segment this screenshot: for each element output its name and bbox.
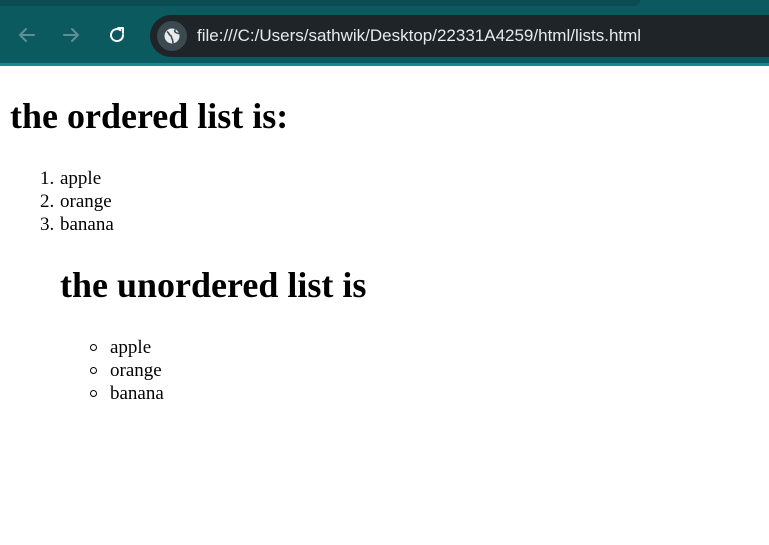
list-item-text: orange — [110, 360, 162, 381]
unordered-list: apple orange banana — [90, 336, 164, 405]
list-number: 1. — [40, 168, 55, 189]
unordered-list-item: orange — [90, 359, 164, 382]
list-item-text: apple — [60, 168, 102, 189]
browser-toolbar: file:///C:/Users/sathwik/Desktop/22331A4… — [0, 0, 769, 63]
url-text[interactable]: file:///C:/Users/sathwik/Desktop/22331A4… — [197, 26, 641, 46]
back-button[interactable] — [14, 22, 40, 48]
tab-strip — [0, 0, 640, 6]
arrow-right-icon — [63, 28, 79, 42]
ordered-list: 1. apple 2. orange 3. banana — [40, 167, 114, 236]
ordered-list-item: 2. orange — [40, 190, 114, 213]
list-number: 2. — [40, 191, 55, 212]
ordered-list-item: 3. banana — [40, 213, 114, 236]
unordered-list-item: apple — [90, 336, 164, 359]
circle-bullet-icon — [90, 344, 97, 351]
site-info-button[interactable] — [157, 21, 187, 51]
globe-icon — [164, 28, 180, 44]
list-item-text: apple — [110, 337, 152, 358]
circle-bullet-icon — [90, 390, 97, 397]
page-content: the ordered list is: 1. apple 2. orange … — [0, 66, 769, 545]
ordered-list-heading: the ordered list is: — [10, 96, 289, 136]
list-item-text: orange — [60, 191, 112, 212]
list-item-text: banana — [110, 383, 164, 404]
ordered-list-item: 1. apple — [40, 167, 114, 190]
unordered-list-item: banana — [90, 382, 164, 405]
address-bar[interactable]: file:///C:/Users/sathwik/Desktop/22331A4… — [150, 15, 769, 57]
unordered-list-heading: the unordered list is — [60, 265, 367, 305]
list-item-text: banana — [60, 214, 114, 235]
list-number: 3. — [40, 214, 55, 235]
forward-button[interactable] — [58, 22, 84, 48]
arrow-left-icon — [19, 28, 35, 42]
reload-icon — [110, 27, 125, 43]
circle-bullet-icon — [90, 367, 97, 374]
reload-button[interactable] — [104, 22, 130, 48]
